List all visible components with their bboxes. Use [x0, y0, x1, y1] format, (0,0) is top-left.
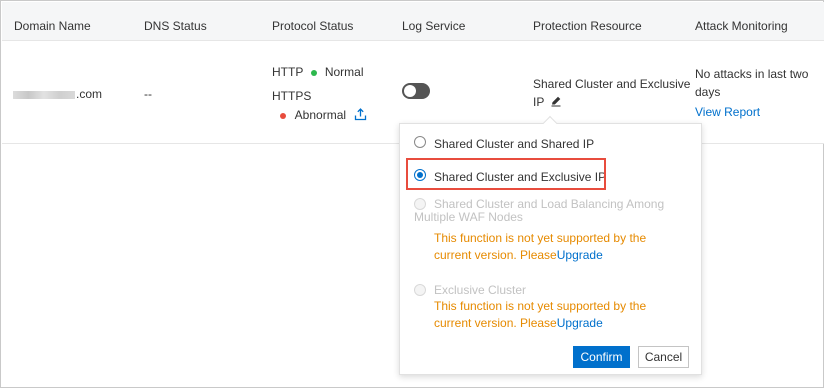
upgrade-link[interactable]: Upgrade — [557, 248, 603, 262]
protection-resource-line1: Shared Cluster and Exclusive — [533, 77, 691, 91]
normal-status-dot — [311, 69, 318, 76]
https-status: Abnormal — [280, 108, 367, 124]
log-service-toggle[interactable] — [402, 83, 430, 99]
upgrade-link[interactable]: Upgrade — [557, 316, 603, 330]
header-dns-status: DNS Status — [144, 19, 207, 33]
waf-domain-panel: Domain Name DNS Status Protocol Status L… — [0, 0, 824, 388]
unsupported-warning-line1: This function is not yet supported by th… — [434, 299, 647, 313]
unsupported-warning-line1: This function is not yet supported by th… — [434, 231, 647, 245]
table-header: Domain Name DNS Status Protocol Status L… — [2, 2, 824, 41]
cancel-button[interactable]: Cancel — [638, 346, 689, 368]
http-status-text: Normal — [324, 65, 364, 79]
header-attack-monitoring: Attack Monitoring — [695, 19, 788, 33]
dns-status-value: -- — [144, 87, 152, 101]
radio-load-balancing — [414, 198, 426, 210]
radio-exclusive-cluster — [414, 284, 426, 296]
attack-monitoring-line2: days — [695, 85, 721, 99]
header-protocol-status: Protocol Status — [272, 19, 354, 33]
protection-resource-ip: IP — [533, 95, 545, 109]
radio-shared-ip[interactable] — [414, 136, 426, 148]
option-label-line2: Multiple WAF Nodes — [414, 210, 523, 224]
attack-monitoring-line1: No attacks in last two — [695, 67, 809, 81]
edit-pencil-icon[interactable] — [550, 95, 562, 110]
protection-resource-line2: IP — [533, 95, 562, 110]
header-protection-resource: Protection Resource — [533, 19, 642, 33]
selected-option-highlight — [406, 158, 606, 190]
http-status: HTTP Normal — [272, 65, 363, 79]
domain-suffix: .com — [76, 87, 103, 101]
abnormal-status-dot — [280, 112, 286, 119]
option-label: Shared Cluster and Shared IP — [434, 137, 595, 151]
upload-certificate-icon[interactable] — [354, 108, 367, 124]
option-label: Exclusive Cluster — [434, 283, 527, 297]
unsupported-warning-line2: current version. PleaseUpgrade — [434, 247, 603, 264]
domain-name-cell: .com — [13, 87, 102, 101]
option-label-line1: Shared Cluster and Load Balancing Among — [434, 197, 665, 211]
confirm-button[interactable]: Confirm — [573, 346, 630, 368]
warning-text: current version. Please — [434, 248, 557, 262]
https-label: HTTPS — [272, 89, 312, 103]
header-log-service: Log Service — [402, 19, 466, 33]
https-status-text: Abnormal — [294, 108, 347, 122]
http-label: HTTP — [272, 65, 304, 79]
view-report-link[interactable]: View Report — [695, 105, 760, 119]
warning-text: current version. Please — [434, 316, 557, 330]
redacted-domain — [13, 90, 75, 99]
toggle-knob — [404, 85, 416, 97]
header-domain-name: Domain Name — [14, 19, 91, 33]
unsupported-warning-line2: current version. PleaseUpgrade — [434, 315, 603, 332]
